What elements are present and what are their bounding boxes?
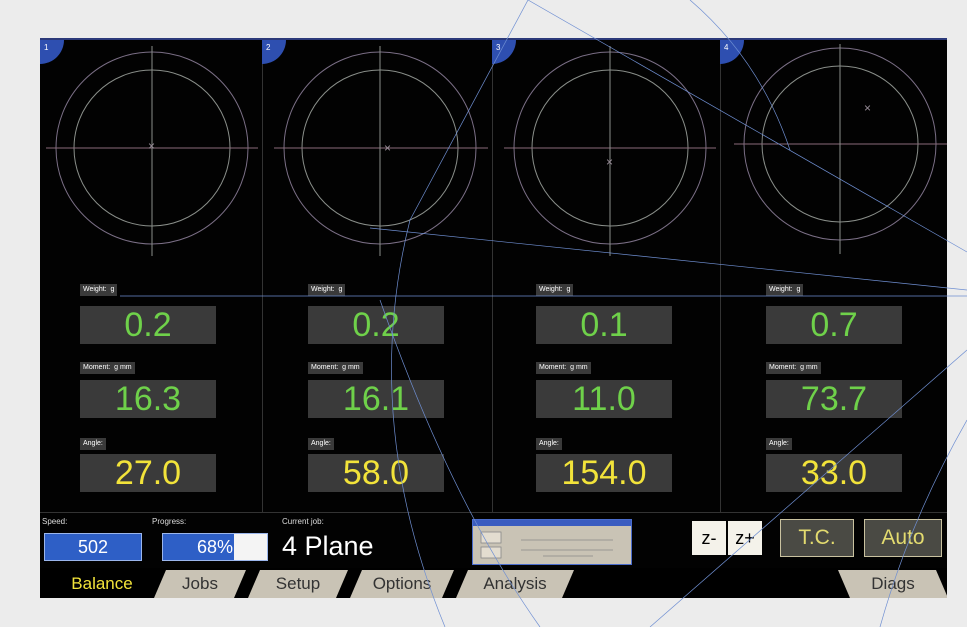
- tab-analysis[interactable]: Analysis: [456, 570, 574, 598]
- speed-readout: 502: [44, 533, 142, 561]
- moment-label: Moment: g mm: [308, 362, 363, 374]
- tab-options[interactable]: Options: [350, 570, 454, 598]
- tab-setup[interactable]: Setup: [248, 570, 348, 598]
- imbalance-marker: ×: [148, 139, 155, 153]
- auto-button[interactable]: Auto: [864, 519, 942, 557]
- angle-value: 154.0: [536, 454, 672, 492]
- speed-label: Speed:: [42, 517, 68, 526]
- imbalance-marker: ×: [864, 101, 871, 115]
- polar-plot-3: ×: [504, 46, 716, 256]
- polar-plot-1: ×: [46, 46, 258, 256]
- progress-text: 68%: [196, 537, 234, 557]
- plane-panel-2: 2 × Weight: g 0.2 Moment: g mm 16.1 Angl…: [262, 40, 493, 512]
- angle-value: 33.0: [766, 454, 902, 492]
- imbalance-marker: ×: [606, 155, 613, 169]
- thumbnail-graphic: [480, 531, 613, 559]
- progress-label: Progress:: [152, 517, 187, 526]
- balancer-screen: 1 × Weight: g 0.2 Moment: g mm 16.3 Angl…: [40, 38, 947, 598]
- angle-label: Angle:: [766, 438, 792, 450]
- progress-bar: 68%: [162, 533, 268, 561]
- moment-label: Moment: g mm: [536, 362, 591, 374]
- moment-label: Moment: g mm: [80, 362, 135, 374]
- moment-value: 73.7: [766, 380, 902, 418]
- plane-panel-3: 3 × Weight: g 0.1 Moment: g mm 11.0 Angl…: [492, 40, 721, 512]
- angle-label: Angle:: [80, 438, 106, 450]
- weight-value: 0.7: [766, 306, 902, 344]
- moment-value: 16.1: [308, 380, 444, 418]
- weight-value: 0.2: [80, 306, 216, 344]
- moment-value: 16.3: [80, 380, 216, 418]
- tab-diags[interactable]: Diags: [838, 570, 947, 598]
- current-job-name: 4 Plane: [282, 531, 374, 561]
- status-bar: Speed: 502 Progress: 68% Current job: 4 …: [40, 512, 947, 569]
- polar-plot-4: ×: [734, 44, 947, 254]
- tab-bar: Balance Jobs Setup Options Analysis Diag…: [40, 568, 947, 598]
- plane-panel-1: 1 × Weight: g 0.2 Moment: g mm 16.3 Angl…: [40, 40, 263, 512]
- current-job-label: Current job:: [282, 517, 324, 526]
- weight-label: Weight: g: [536, 284, 574, 296]
- weight-label: Weight: g: [766, 284, 804, 296]
- mini-control-panel-thumbnail[interactable]: [472, 519, 632, 565]
- weight-label: Weight: g: [308, 284, 346, 296]
- tab-balance[interactable]: Balance: [54, 570, 150, 598]
- tc-button[interactable]: T.C.: [780, 519, 854, 557]
- imbalance-marker: ×: [384, 141, 391, 155]
- weight-value: 0.2: [308, 306, 444, 344]
- polar-plot-2: ×: [274, 46, 488, 256]
- angle-label: Angle:: [308, 438, 334, 450]
- angle-value: 27.0: [80, 454, 216, 492]
- plane-panel-4: 4 × Weight: g 0.7 Moment: g mm 73.7 Angl…: [720, 40, 947, 512]
- angle-value: 58.0: [308, 454, 444, 492]
- zoom-in-button[interactable]: z+: [728, 521, 762, 555]
- tab-jobs[interactable]: Jobs: [154, 570, 246, 598]
- moment-label: Moment: g mm: [766, 362, 821, 374]
- weight-value: 0.1: [536, 306, 672, 344]
- angle-label: Angle:: [536, 438, 562, 450]
- zoom-out-button[interactable]: z-: [692, 521, 726, 555]
- weight-label: Weight: g: [80, 284, 118, 296]
- moment-value: 11.0: [536, 380, 672, 418]
